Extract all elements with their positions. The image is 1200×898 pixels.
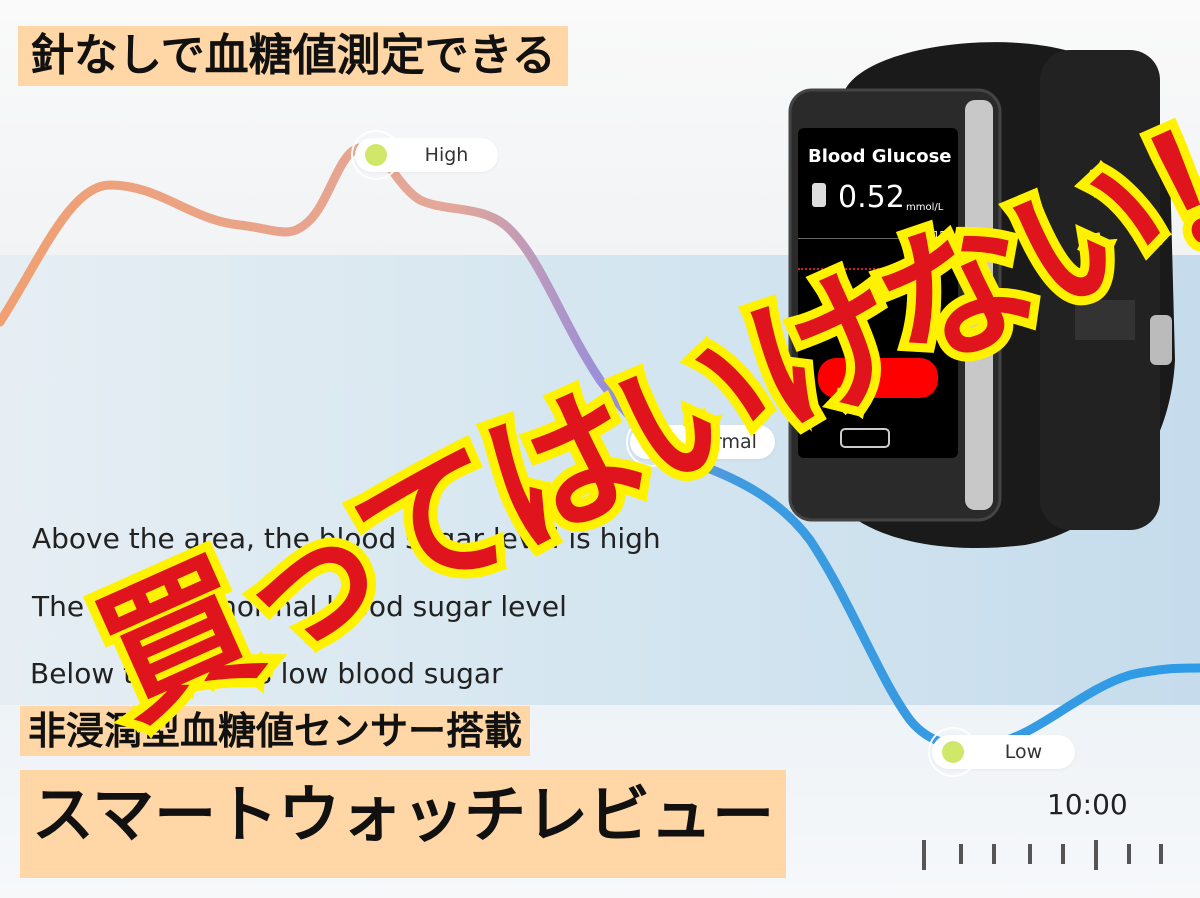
bottle-icon [812,183,826,207]
dot-icon [928,727,978,777]
low-label: Low [928,727,1075,777]
header-banner: 針なしで血糖値測定できる [18,26,568,86]
watch-title: Blood Glucose [808,146,952,167]
title-banner: スマートウォッチレビュー [20,770,787,878]
dot-icon [351,130,401,180]
subtitle-banner: 非浸潤型血糖値センサー搭載 [20,706,531,756]
time-label: 10:00 [1047,788,1128,821]
high-label: High [351,130,498,180]
